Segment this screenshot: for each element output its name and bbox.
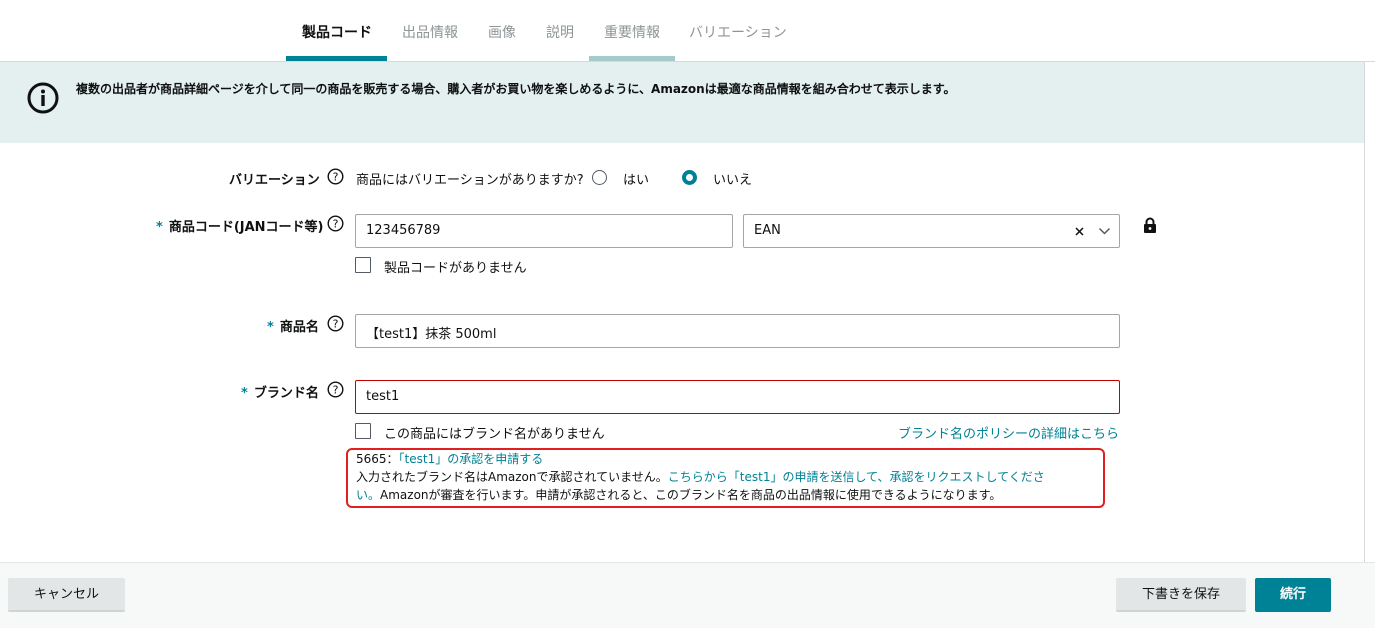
product-code-label: * 商品コード(JANコード等) bbox=[156, 216, 323, 235]
help-icon[interactable]: ? bbox=[327, 168, 344, 185]
brand-name-label-text: ブランド名 bbox=[253, 386, 319, 401]
tab-listing-info[interactable]: 出品情報 bbox=[402, 22, 458, 62]
tab-images[interactable]: 画像 bbox=[488, 22, 516, 62]
continue-button[interactable]: 続行 bbox=[1255, 578, 1331, 612]
variation-question: 商品にはバリエーションがありますか? bbox=[356, 173, 584, 188]
error-text-1: 入力されたブランド名はAmazonで承認されていません。 bbox=[356, 470, 668, 484]
lock-icon bbox=[1144, 217, 1156, 233]
product-name-label-text: 商品名 bbox=[279, 320, 319, 335]
help-icon[interactable]: ? bbox=[327, 215, 344, 232]
tab-progress-indicator bbox=[589, 56, 675, 61]
help-icon[interactable]: ? bbox=[327, 315, 344, 332]
product-code-label-text: 商品コード(JANコード等) bbox=[168, 220, 324, 235]
product-name-value: 【test1】抹茶 500ml bbox=[366, 327, 497, 342]
tab-bar: 製品コード 出品情報 画像 説明 重要情報 バリエーション bbox=[0, 0, 1375, 62]
product-code-type-select[interactable]: EAN bbox=[743, 214, 1120, 248]
no-brand-checkbox[interactable] bbox=[355, 423, 371, 439]
product-code-value: 123456789 bbox=[366, 223, 441, 238]
brand-name-input[interactable]: test1 bbox=[355, 380, 1120, 414]
variation-no-label[interactable]: いいえ bbox=[713, 169, 752, 188]
error-code: 5665： bbox=[356, 452, 399, 466]
help-icon[interactable]: ? bbox=[327, 381, 344, 398]
variation-label: バリエーション bbox=[229, 173, 320, 188]
variation-yes-radio[interactable] bbox=[592, 170, 607, 185]
no-product-code-label[interactable]: 製品コードがありません bbox=[384, 257, 527, 276]
product-name-label: * 商品名 bbox=[267, 316, 319, 335]
variation-no-radio[interactable] bbox=[682, 170, 697, 185]
info-banner bbox=[0, 62, 1364, 143]
chevron-down-icon[interactable] bbox=[1098, 227, 1111, 236]
no-brand-label[interactable]: この商品にはブランド名がありません bbox=[384, 423, 605, 442]
required-mark: * bbox=[156, 220, 163, 235]
clear-icon[interactable] bbox=[1074, 226, 1085, 237]
brand-approval-link[interactable]: 「test1」の承認を申請する bbox=[399, 452, 544, 466]
brand-name-label: * ブランド名 bbox=[241, 382, 319, 401]
error-title-line: 5665：「test1」の承認を申請する bbox=[356, 450, 543, 467]
svg-text:?: ? bbox=[333, 318, 339, 331]
active-tab-indicator bbox=[286, 56, 387, 61]
error-text-2: Amazonが審査を行います。申請が承認されると、このブランド名を商品の出品情報… bbox=[380, 488, 1002, 502]
product-code-type-value: EAN bbox=[754, 223, 781, 238]
brand-policy-link[interactable]: ブランド名のポリシーの詳細はこちら bbox=[898, 423, 1119, 442]
svg-text:?: ? bbox=[333, 218, 339, 231]
no-product-code-checkbox[interactable] bbox=[355, 257, 371, 273]
brand-request-link-cont[interactable]: い。 bbox=[356, 488, 380, 502]
product-code-input[interactable]: 123456789 bbox=[355, 214, 733, 248]
error-line-1: 入力されたブランド名はAmazonで承認されていません。こちらから「test1」… bbox=[356, 468, 1045, 485]
brand-request-link[interactable]: こちらから「test1」の申請を送信して、承認をリクエストしてくださ bbox=[668, 470, 1045, 484]
brand-name-value: test1 bbox=[366, 389, 400, 404]
info-icon bbox=[27, 82, 59, 114]
required-mark: * bbox=[241, 386, 248, 401]
tab-description[interactable]: 説明 bbox=[546, 22, 574, 62]
product-name-input[interactable]: 【test1】抹茶 500ml bbox=[355, 314, 1120, 348]
tab-variations[interactable]: バリエーション bbox=[689, 22, 787, 62]
error-line-2: い。Amazonが審査を行います。申請が承認されると、このブランド名を商品の出品… bbox=[356, 486, 1001, 503]
save-draft-button[interactable]: 下書きを保存 bbox=[1116, 578, 1246, 612]
banner-message: 複数の出品者が商品詳細ページを介して同一の商品を販売する場合、購入者がお買い物を… bbox=[76, 82, 956, 96]
cancel-button[interactable]: キャンセル bbox=[8, 578, 125, 612]
content-border bbox=[1364, 62, 1365, 562]
variation-yes-label[interactable]: はい bbox=[623, 169, 649, 188]
required-mark: * bbox=[267, 320, 274, 335]
svg-text:?: ? bbox=[333, 171, 339, 184]
svg-text:?: ? bbox=[333, 384, 339, 397]
